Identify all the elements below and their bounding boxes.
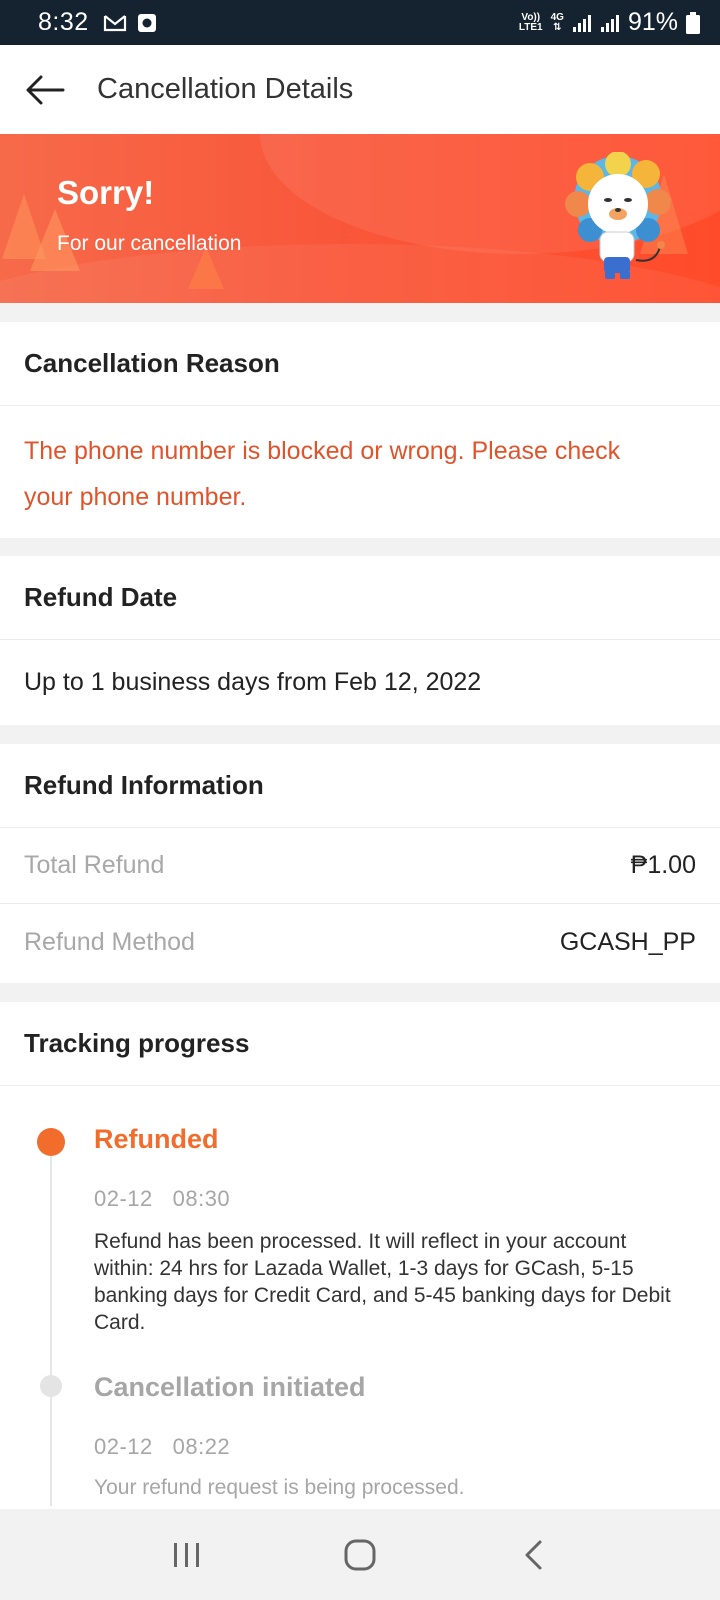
system-nav-bar — [0, 1509, 720, 1600]
timeline-line — [50, 1140, 52, 1506]
status-time: 8:32 — [38, 8, 89, 36]
tracking-progress-header: Tracking progress — [0, 1002, 720, 1086]
battery-icon — [686, 11, 700, 34]
notification-icons — [103, 13, 157, 33]
gmail-icon — [103, 14, 126, 31]
refund-date-header: Refund Date — [0, 556, 720, 640]
cancellation-reason-section: Cancellation Reason The phone number is … — [0, 322, 720, 538]
timeline-dot-active — [37, 1128, 65, 1156]
banner-subtitle: For our cancellation — [57, 232, 242, 255]
refund-information-section: Refund Information Total Refund ₱1.00 Re… — [0, 744, 720, 983]
battery-percent: 91% — [627, 8, 678, 36]
signal-icon — [572, 14, 591, 32]
step-description: Your refund request is being processed. — [94, 1476, 465, 1499]
app-bar: Cancellation Details — [0, 45, 720, 134]
network-4g-indicator: 4G ⇅ — [550, 11, 564, 33]
banner-title: Sorry! — [57, 174, 155, 211]
volte-bottom: LTE1 — [518, 21, 543, 33]
step-description: Refund has been processed. It will refle… — [94, 1230, 671, 1334]
lion-mascot-illustration — [565, 152, 671, 279]
refund-method-row: Refund Method GCASH_PP — [0, 904, 720, 980]
total-refund-row: Total Refund ₱1.00 — [0, 828, 720, 904]
total-refund-value: ₱1.00 — [630, 851, 696, 879]
apology-banner: Sorry! For our cancellation — [0, 134, 720, 303]
refund-method-value: GCASH_PP — [559, 927, 696, 956]
system-back-button[interactable] — [493, 1525, 573, 1585]
signal-icon — [600, 14, 619, 32]
step-time: 02-12 08:30 — [94, 1186, 231, 1211]
tracking-progress-section: Tracking progress Refunded 02-12 08:30 R… — [0, 1002, 720, 1509]
chevron-left-icon — [525, 1540, 542, 1569]
cancellation-reason-text: The phone number is blocked or wrong. Pl… — [24, 437, 621, 511]
tracking-timeline: Refunded 02-12 08:30 Refund has been pro… — [0, 1086, 720, 1506]
network-4g-label: 4G — [550, 11, 564, 23]
page-title: Cancellation Details — [97, 73, 354, 105]
volte-top: Vo)) — [521, 11, 541, 23]
total-refund-label: Total Refund — [24, 851, 165, 879]
back-arrow-icon — [26, 75, 65, 104]
data-arrows-icon: ⇅ — [553, 21, 562, 33]
volte-indicator: Vo)) LTE1 — [518, 11, 543, 33]
step-title-cancellation-initiated: Cancellation initiated — [94, 1372, 366, 1402]
back-button[interactable] — [0, 45, 90, 134]
refund-method-label: Refund Method — [24, 927, 195, 956]
home-button[interactable] — [320, 1525, 400, 1585]
recent-apps-button[interactable] — [147, 1525, 227, 1585]
step-title-refunded: Refunded — [94, 1124, 219, 1154]
refund-date-section: Refund Date Up to 1 business days from F… — [0, 556, 720, 725]
refund-information-header: Refund Information — [0, 744, 720, 828]
cancellation-reason-header: Cancellation Reason — [0, 322, 720, 406]
status-bar: 8:32 Vo)) LTE1 4G ⇅ 91% — [0, 0, 720, 45]
step-time: 02-12 08:22 — [94, 1434, 231, 1459]
status-right: Vo)) LTE1 4G ⇅ 91% — [519, 8, 700, 37]
refund-date-text: Up to 1 business days from Feb 12, 2022 — [24, 667, 482, 696]
recent-apps-icon — [173, 1542, 199, 1567]
home-icon — [344, 1539, 376, 1570]
timeline-dot-inactive — [40, 1375, 62, 1397]
camera-icon — [137, 13, 156, 32]
